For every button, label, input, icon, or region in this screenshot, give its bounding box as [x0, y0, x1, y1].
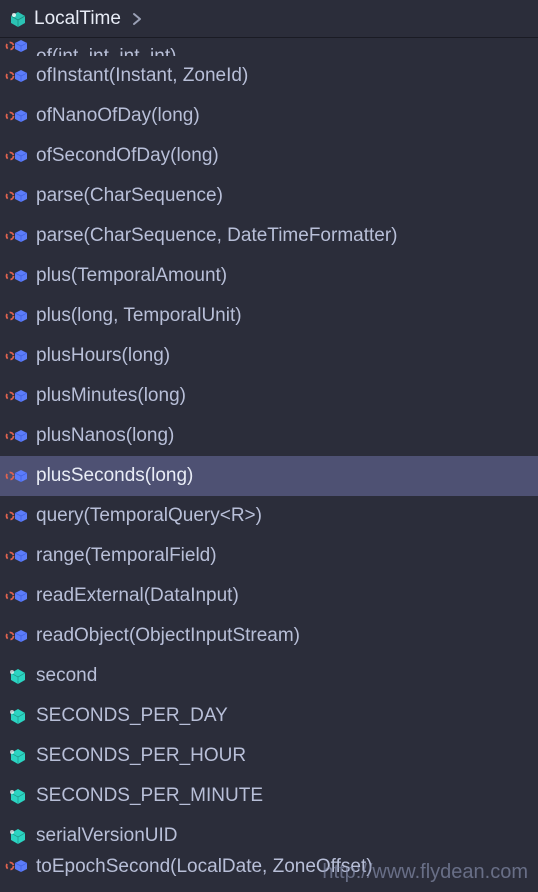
list-item[interactable]: plusMinutes(long) — [0, 376, 538, 416]
list-item-label: range(TemporalField) — [36, 545, 217, 567]
method-icon — [4, 226, 30, 246]
list-item[interactable]: parse(CharSequence) — [0, 176, 538, 216]
list-item[interactable]: range(TemporalField) — [0, 536, 538, 576]
list-item-label: plusSeconds(long) — [36, 465, 193, 487]
list-item[interactable]: SECONDS_PER_DAY — [0, 696, 538, 736]
list-item-label: ofNanoOfDay(long) — [36, 105, 200, 127]
list-item[interactable]: ofNanoOfDay(long) — [0, 96, 538, 136]
list-item[interactable]: of(int, int, int, int) — [0, 38, 538, 56]
list-item[interactable]: ofSecondOfDay(long) — [0, 136, 538, 176]
method-icon — [4, 426, 30, 446]
method-icon — [4, 38, 30, 56]
list-item[interactable]: plus(long, TemporalUnit) — [0, 296, 538, 336]
list-item[interactable]: ofInstant(Instant, ZoneId) — [0, 56, 538, 96]
list-item-label: toEpochSecond(LocalDate, ZoneOffset) — [36, 856, 373, 878]
list-item-label: plus(TemporalAmount) — [36, 265, 227, 287]
breadcrumb-header[interactable]: LocalTime — [0, 0, 538, 38]
list-item-label: plusHours(long) — [36, 345, 170, 367]
field-icon — [4, 826, 30, 846]
list-item[interactable]: SECONDS_PER_MINUTE — [0, 776, 538, 816]
list-item-label: ofInstant(Instant, ZoneId) — [36, 65, 248, 87]
list-item[interactable]: query(TemporalQuery<R>) — [0, 496, 538, 536]
method-icon — [4, 386, 30, 406]
list-item[interactable]: toEpochSecond(LocalDate, ZoneOffset) — [0, 856, 538, 888]
method-icon — [4, 306, 30, 326]
field-icon — [4, 786, 30, 806]
list-item[interactable]: readExternal(DataInput) — [0, 576, 538, 616]
method-icon — [4, 546, 30, 566]
list-item-label: plus(long, TemporalUnit) — [36, 305, 242, 327]
list-item[interactable]: plusSeconds(long) — [0, 456, 538, 496]
list-item[interactable]: SECONDS_PER_HOUR — [0, 736, 538, 776]
class-icon — [8, 9, 28, 29]
list-item-label: parse(CharSequence) — [36, 185, 223, 207]
method-icon — [4, 626, 30, 646]
list-item-label: readObject(ObjectInputStream) — [36, 625, 300, 647]
method-icon — [4, 186, 30, 206]
member-list: of(int, int, int, int) ofInstant(Instant… — [0, 38, 538, 888]
method-icon — [4, 266, 30, 286]
list-item-label: parse(CharSequence, DateTimeFormatter) — [36, 225, 398, 247]
method-icon — [4, 586, 30, 606]
method-icon — [4, 106, 30, 126]
list-item-label: readExternal(DataInput) — [36, 585, 239, 607]
list-item-label: second — [36, 665, 97, 687]
list-item-label: ofSecondOfDay(long) — [36, 145, 219, 167]
method-icon — [4, 856, 30, 876]
list-item[interactable]: readObject(ObjectInputStream) — [0, 616, 538, 656]
list-item[interactable]: plusNanos(long) — [0, 416, 538, 456]
list-item-label: plusMinutes(long) — [36, 385, 186, 407]
method-icon — [4, 346, 30, 366]
list-item[interactable]: plusHours(long) — [0, 336, 538, 376]
field-icon — [4, 666, 30, 686]
list-item[interactable]: serialVersionUID — [0, 816, 538, 856]
list-item[interactable]: plus(TemporalAmount) — [0, 256, 538, 296]
method-icon — [4, 506, 30, 526]
chevron-right-icon — [131, 12, 143, 26]
method-icon — [4, 146, 30, 166]
list-item-label: plusNanos(long) — [36, 425, 174, 447]
breadcrumb-title: LocalTime — [34, 8, 121, 30]
list-item[interactable]: parse(CharSequence, DateTimeFormatter) — [0, 216, 538, 256]
field-icon — [4, 706, 30, 726]
method-icon — [4, 466, 30, 486]
field-icon — [4, 746, 30, 766]
list-item-label: SECONDS_PER_MINUTE — [36, 785, 263, 807]
list-item[interactable]: second — [0, 656, 538, 696]
list-item-label: serialVersionUID — [36, 825, 178, 847]
method-icon — [4, 66, 30, 86]
list-item-label: SECONDS_PER_HOUR — [36, 745, 246, 767]
list-item-label: SECONDS_PER_DAY — [36, 705, 228, 727]
list-item-label: query(TemporalQuery<R>) — [36, 505, 262, 527]
list-item-label: of(int, int, int, int) — [36, 46, 176, 56]
